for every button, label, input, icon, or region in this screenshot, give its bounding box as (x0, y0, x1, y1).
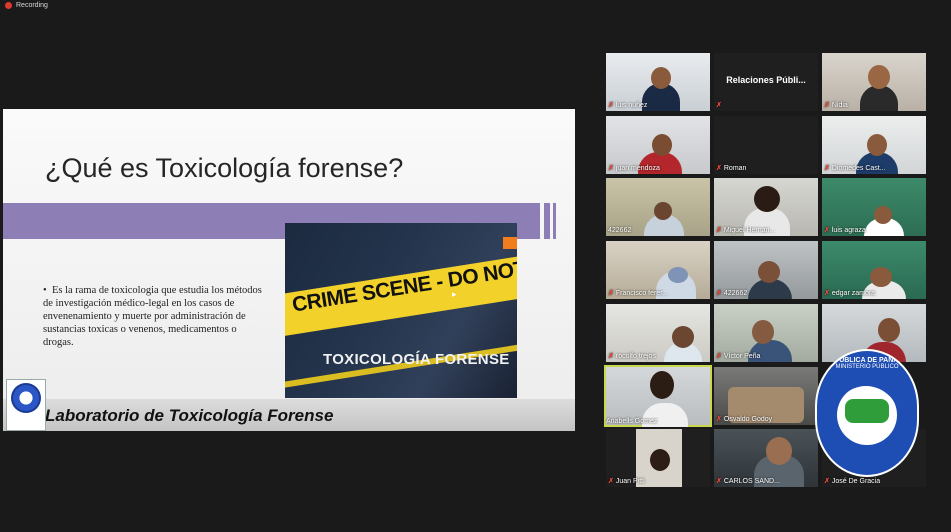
participant-tile[interactable]: ✗ luis nuñez (606, 53, 710, 111)
shared-slide: ¿Qué es Toxicología forense? • Es la ram… (3, 109, 575, 431)
mic-muted-icon: ✗ (716, 478, 722, 485)
mic-muted-icon: ✗ (608, 290, 614, 297)
participant-tile[interactable]: ✗ Roman (714, 116, 818, 174)
slide-bullet-text: Es la rama de toxicologia que estudia lo… (43, 285, 262, 348)
mic-muted-icon: ✗ (716, 290, 722, 297)
mic-muted-icon: ✗ (716, 102, 722, 109)
person-face (868, 65, 890, 89)
crime-scene-image: CRIME SCENE - DO NOT ENT TOXICOLOGÍA FOR… (285, 223, 517, 398)
emblem-ring (823, 377, 909, 467)
participant-name: ✗ luis agraza (824, 226, 866, 235)
participant-name: ✗ edgar zamora (824, 289, 876, 298)
participant-name: ✗ luis nuñez (608, 101, 648, 110)
ministry-logo (6, 379, 46, 431)
participant-name: ✗ Nidia (824, 101, 848, 110)
participant-name: ✗ Diomedes Cast... (824, 164, 886, 173)
person-face (672, 326, 694, 348)
participant-name: ✗ 422662 (716, 289, 748, 298)
person-face (652, 134, 672, 156)
participant-name: ✗ (716, 101, 722, 109)
mic-muted-icon: ✗ (716, 353, 722, 360)
person-face (650, 371, 674, 399)
person-face (754, 186, 780, 212)
person-face (654, 202, 672, 220)
participant-name: ✗ Francisco ferer... (608, 289, 669, 298)
slide-bullet: • Es la rama de toxicologia que estudia … (43, 285, 262, 348)
person-face (870, 267, 892, 287)
participant-name: ✗ CARLOS SAND... (716, 477, 780, 486)
participant-tile[interactable]: ✗ Francisco ferer... (606, 241, 710, 299)
participant-tile[interactable]: 422662 (606, 178, 710, 236)
participant-tile-active[interactable]: Anabells Gomez (604, 365, 712, 427)
slide-title: ¿Qué es Toxicología forense? (45, 153, 404, 183)
person-face (651, 67, 671, 89)
participant-tile[interactable]: ✗ rocolfo trejos (606, 304, 710, 362)
participant-name: 422662 (608, 227, 632, 234)
mic-muted-icon: ✗ (608, 165, 614, 172)
mic-muted-icon: ✗ (824, 290, 830, 297)
participant-name: ✗ Miguel Hernan... (716, 226, 776, 235)
person-face (874, 206, 892, 224)
mic-muted-icon: ✗ (608, 102, 614, 109)
slide-footer: Laboratorio de Toxicología Forense (3, 399, 575, 431)
purple-band-end-2 (553, 203, 556, 239)
person-face (668, 267, 688, 283)
participant-name: ✗ Roman (716, 164, 747, 173)
participant-tile[interactable]: ✗ 422662 (714, 241, 818, 299)
mic-muted-icon: ✗ (608, 478, 614, 485)
recording-indicator: Recording (5, 2, 48, 9)
person-face (758, 261, 780, 283)
participant-tile[interactable]: ✗ Nidia (822, 53, 926, 111)
mic-muted-icon: ✗ (824, 227, 830, 234)
participant-name: ✗ Víctor Peña (716, 352, 761, 361)
person-face (752, 320, 774, 344)
image-caption: TOXICOLOGÍA FORENSE (323, 351, 510, 368)
participant-name-center: Relaciones Públi... (726, 75, 806, 85)
participant-tile[interactable]: ✗ Juan Pitti (606, 429, 710, 487)
participant-name: ✗ Juan Pitti (608, 477, 645, 486)
participant-name: ✗ José De Gracia (824, 477, 881, 486)
participant-tile[interactable]: ✗ luis agraza (822, 178, 926, 236)
participant-tile[interactable]: ✗ Miguel Hernan... (714, 178, 818, 236)
participant-tile[interactable]: ✗ juan mendoza (606, 116, 710, 174)
participant-tile[interactable]: ✗ edgar zamora (822, 241, 926, 299)
participant-tile[interactable]: ✗ Osvaldo Godoy (714, 367, 818, 425)
participant-tile[interactable]: ✗ Diomedes Cast... (822, 116, 926, 174)
person-face (878, 318, 900, 342)
seal-icon (11, 383, 41, 413)
participant-name: Anabells Gomez (606, 418, 658, 425)
participant-name: ✗ juan mendoza (608, 164, 660, 173)
mic-muted-icon: ✗ (824, 165, 830, 172)
participant-tile[interactable]: Relaciones Públi... ✗ (714, 53, 818, 111)
mic-muted-icon: ✗ (824, 102, 830, 109)
participant-tile[interactable]: ✗ Víctor Peña (714, 304, 818, 362)
mouse-cursor-icon: ▸ (452, 289, 457, 299)
participant-tile[interactable]: ✗ CARLOS SAND... (714, 429, 818, 487)
mic-muted-icon: ✗ (608, 353, 614, 360)
purple-band-end (544, 203, 550, 239)
participant-name: ✗ rocolfo trejos (608, 352, 656, 361)
participant-name: ✗ Osvaldo Godoy (716, 415, 773, 424)
record-dot-icon (5, 2, 12, 9)
person-face (650, 449, 670, 471)
recording-label: Recording (16, 2, 48, 9)
mic-muted-icon: ✗ (716, 227, 722, 234)
footer-title: Laboratorio de Toxicología Forense (45, 406, 334, 425)
mic-muted-icon: ✗ (824, 478, 830, 485)
mic-muted-icon: ✗ (716, 416, 722, 423)
emblem-line2: MINISTERIO PÚBLICO (835, 364, 899, 370)
orange-marker (503, 237, 517, 249)
person-face (766, 437, 792, 465)
mic-muted-icon: ✗ (716, 165, 722, 172)
institute-emblem: REPÚBLICA DE PANAMÁ MINISTERIO PÚBLICO (815, 349, 919, 477)
person-face (867, 134, 887, 156)
